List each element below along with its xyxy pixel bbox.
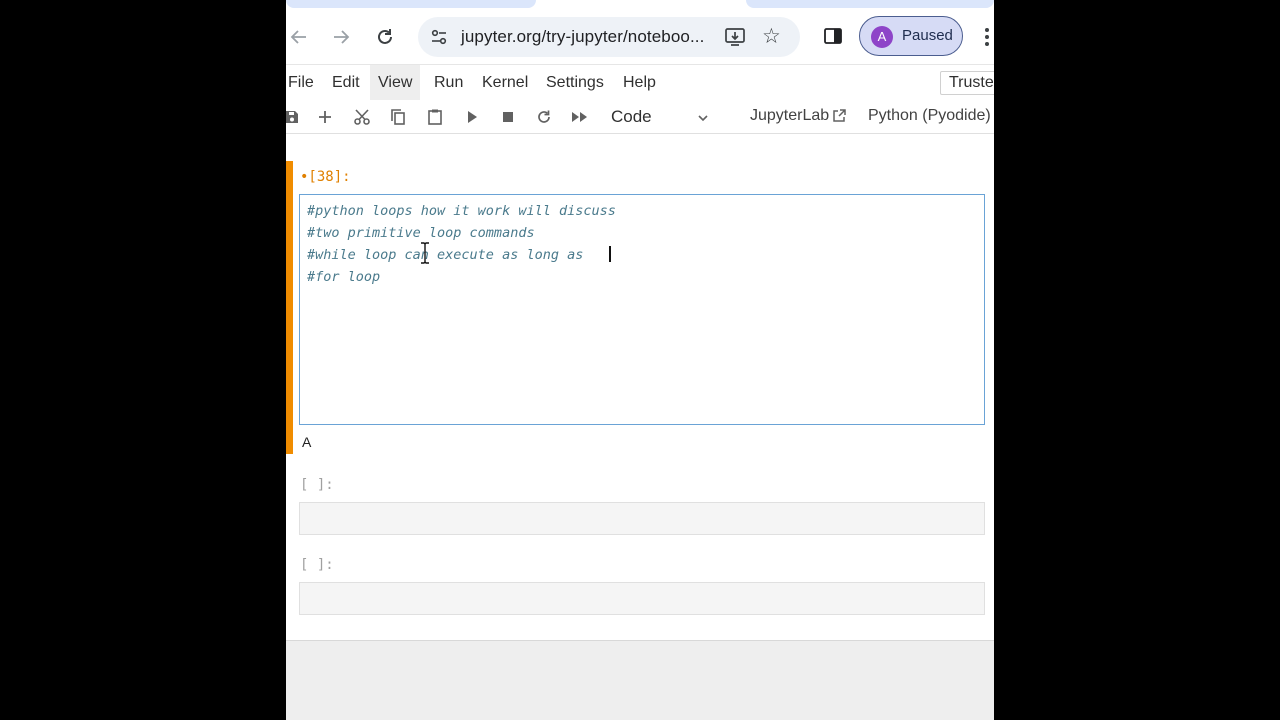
cell-prompt: [ ]: — [300, 477, 334, 493]
external-link-icon[interactable] — [831, 108, 847, 124]
browser-tab[interactable] — [286, 0, 536, 8]
back-icon[interactable] — [286, 24, 312, 50]
site-settings-icon[interactable] — [430, 28, 448, 46]
url-text[interactable]: jupyter.org/try-jupyter/noteboo... — [461, 27, 704, 47]
text-caret — [609, 246, 611, 262]
save-icon[interactable] — [286, 107, 302, 127]
chevron-down-icon — [697, 104, 709, 133]
active-cell-indicator — [286, 161, 293, 454]
menu-edit[interactable]: Edit — [324, 65, 368, 101]
browser-menu-icon[interactable] — [985, 28, 991, 48]
menu-file[interactable]: File — [286, 65, 322, 101]
code-line: #two primitive loop commands — [307, 225, 535, 241]
avatar: A — [871, 26, 893, 48]
cut-icon[interactable] — [352, 107, 372, 127]
restart-run-all-icon[interactable] — [570, 107, 590, 127]
status-area — [286, 640, 994, 720]
install-app-icon[interactable] — [724, 26, 746, 48]
menubar: File Edit View Run Kernel Settings Help … — [286, 64, 994, 101]
code-line: #while loop can execute as long as — [307, 247, 592, 263]
interrupt-kernel-icon[interactable] — [498, 107, 518, 127]
address-bar[interactable]: jupyter.org/try-jupyter/noteboo... ☆ — [418, 17, 800, 57]
side-panel-icon[interactable] — [823, 26, 843, 46]
browser-tab[interactable] — [746, 0, 994, 8]
reload-icon[interactable] — [372, 24, 398, 50]
code-editor[interactable]: #python loops how it work will discuss #… — [299, 194, 985, 425]
menu-help[interactable]: Help — [615, 65, 664, 101]
menu-settings[interactable]: Settings — [538, 65, 612, 101]
run-cell-icon[interactable] — [462, 107, 482, 127]
add-cell-icon[interactable] — [315, 107, 335, 127]
code-editor[interactable] — [299, 502, 985, 535]
cell-type-value: Code — [611, 107, 652, 126]
notebook-toolbar: Code JupyterLab Python (Pyodide) — [286, 100, 994, 134]
restart-kernel-icon[interactable] — [534, 107, 554, 127]
ibeam-cursor-icon — [420, 242, 430, 264]
tab-strip — [286, 0, 994, 10]
cell-output: A — [302, 434, 312, 450]
trusted-indicator[interactable]: Truste — [940, 71, 994, 95]
notebook-panel: •[38]: #python loops how it work will di… — [286, 135, 994, 640]
cell-prompt: •[38]: — [300, 169, 351, 185]
copy-icon[interactable] — [388, 107, 408, 127]
menu-kernel[interactable]: Kernel — [474, 65, 536, 101]
kernel-name[interactable]: Python (Pyodide) — [868, 107, 991, 125]
cell-type-dropdown[interactable]: Code — [611, 104, 711, 130]
paste-icon[interactable] — [425, 107, 445, 127]
cell-prompt: [ ]: — [300, 557, 334, 573]
forward-icon[interactable] — [328, 24, 354, 50]
code-editor[interactable] — [299, 582, 985, 615]
jupyterlab-link[interactable]: JupyterLab — [750, 107, 829, 125]
menu-view[interactable]: View — [370, 65, 421, 101]
menu-run[interactable]: Run — [426, 65, 471, 101]
code-line: #python loops how it work will discuss — [307, 203, 616, 219]
profile-status: Paused — [902, 27, 953, 44]
profile-button[interactable]: A Paused — [859, 16, 963, 56]
browser-window: jupyter.org/try-jupyter/noteboo... ☆ A P… — [286, 0, 994, 720]
bookmark-star-icon[interactable]: ☆ — [762, 24, 781, 49]
browser-toolbar: jupyter.org/try-jupyter/noteboo... ☆ A P… — [286, 10, 994, 64]
code-line: #for loop — [307, 269, 381, 285]
